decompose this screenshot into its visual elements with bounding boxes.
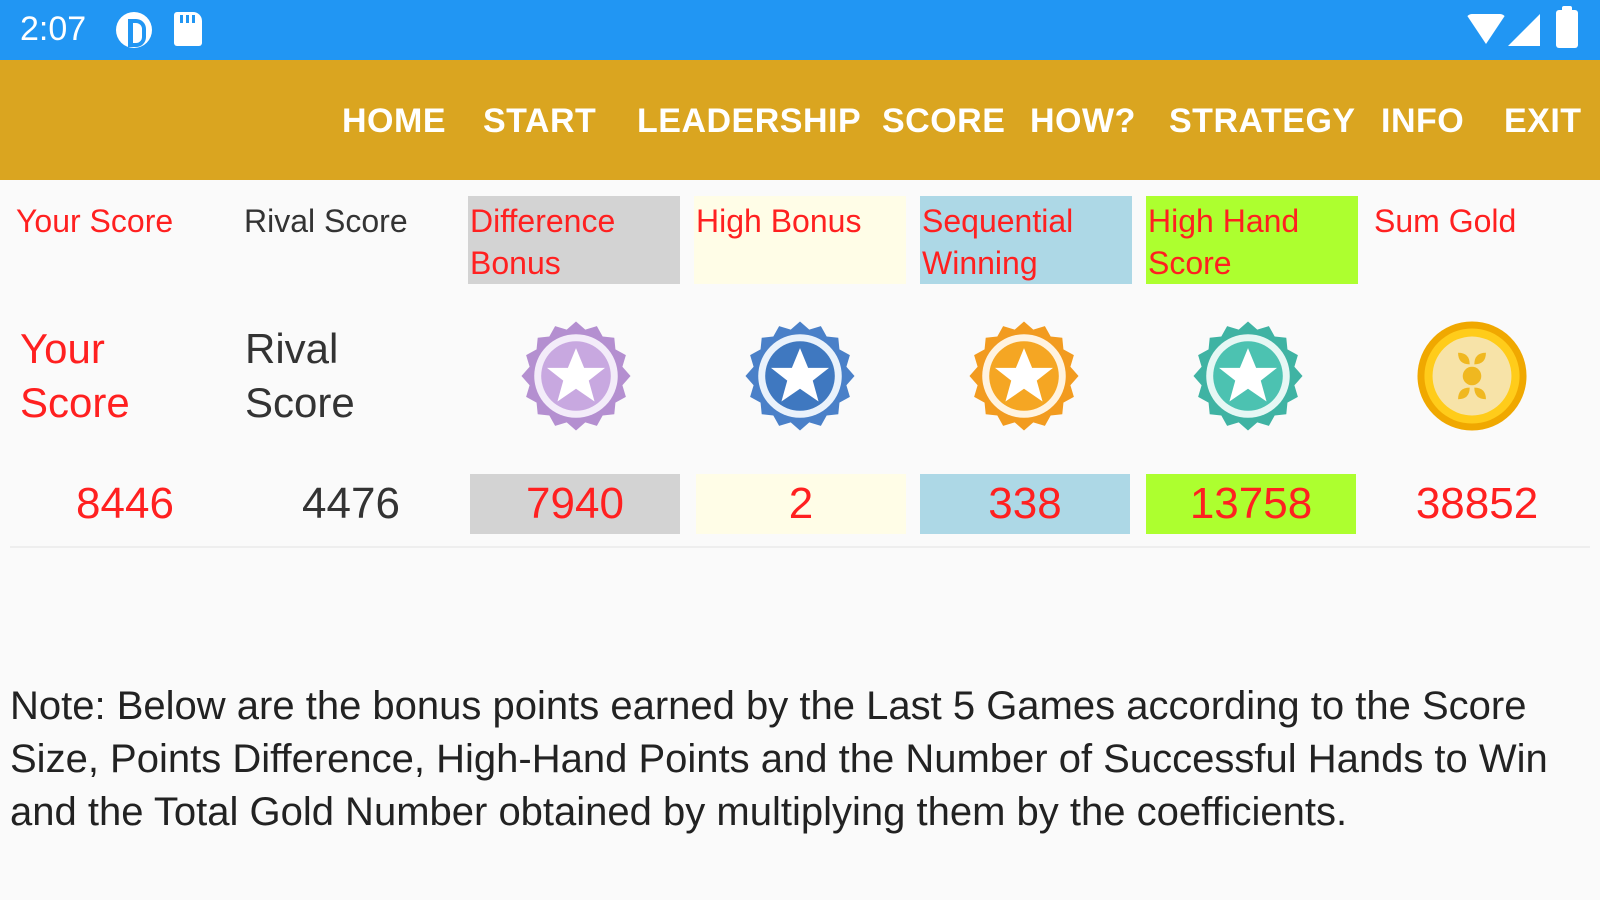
nav-strategy[interactable]: STRATEGY [1169, 102, 1356, 141]
value-high-hand-score: 13758 [1146, 474, 1356, 534]
your-score-label: Your Score [20, 325, 130, 426]
nav-leadership[interactable]: LEADERSHIP [637, 102, 861, 141]
header-difference-bonus: Difference Bonus [468, 196, 680, 284]
signal-icon [1508, 14, 1540, 46]
nav-home[interactable]: HOME [342, 102, 446, 141]
header-high-hand-score: High Hand Score [1146, 196, 1358, 284]
nav-exit[interactable]: EXIT [1504, 102, 1582, 141]
orange-star-medal-icon [969, 321, 1079, 431]
status-time: 2:07 [20, 10, 87, 48]
value-sum-gold: 38852 [1415, 479, 1539, 528]
purple-star-medal-icon [521, 321, 631, 431]
blue-star-medal-icon [745, 321, 855, 431]
nav-start[interactable]: START [483, 102, 596, 141]
sd-card-icon [174, 12, 202, 46]
header-your-score: Your Score [16, 203, 174, 239]
note-text: Note: Below are the bonus points earned … [10, 684, 1548, 834]
value-high-bonus: 2 [696, 474, 906, 534]
battery-icon [1556, 6, 1578, 48]
value-rival-score: 4476 [302, 479, 400, 528]
header-rival-score: Rival Score [244, 203, 408, 239]
value-your-score: 8446 [76, 479, 174, 528]
rival-score-label: Rival Score [245, 325, 355, 426]
nav-score[interactable]: SCORE [882, 102, 1005, 141]
value-difference-bonus: 7940 [470, 474, 680, 534]
teal-star-medal-icon [1193, 321, 1303, 431]
nav-how[interactable]: HOW? [1030, 102, 1136, 141]
gold-coin-icon [1417, 321, 1527, 431]
header-sum-gold: Sum Gold [1374, 203, 1517, 239]
nav-info[interactable]: INFO [1381, 102, 1464, 141]
header-sequential-winning: Sequential Winning [920, 196, 1132, 284]
value-sequential-winning: 338 [920, 474, 1130, 534]
divider [10, 546, 1590, 548]
wifi-icon [1466, 14, 1506, 44]
status-bar: 2:07 [0, 0, 1600, 60]
nav-bar: HOME START LEADERSHIP SCORE HOW? STRATEG… [0, 60, 1600, 180]
p-icon [116, 12, 152, 48]
header-high-bonus: High Bonus [694, 196, 906, 284]
